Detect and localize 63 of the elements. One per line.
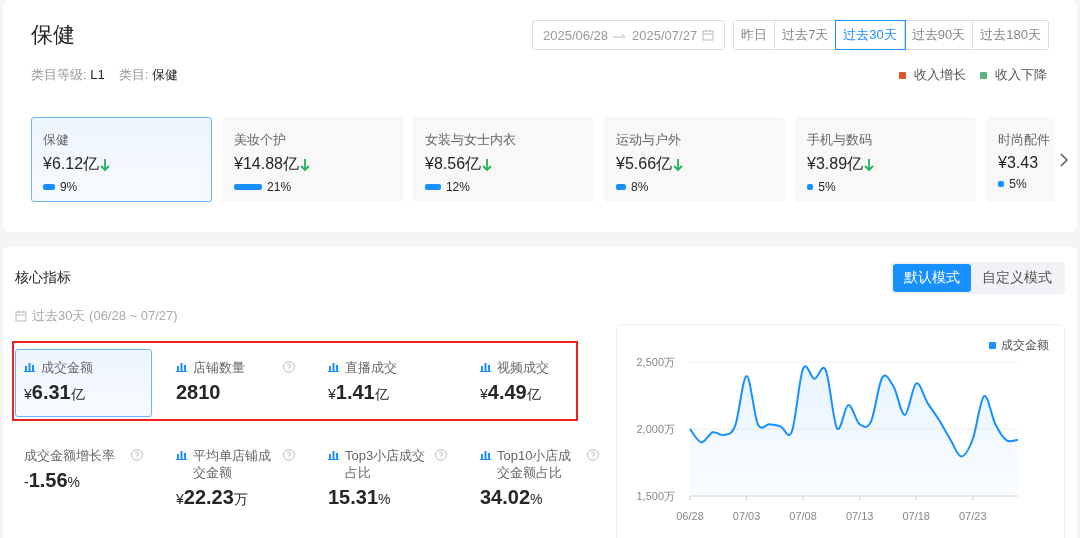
metric-tile[interactable]: 成交金额增长率 -1.56% [15, 437, 152, 505]
category-card[interactable]: 运动与户外 ¥5.66亿 8% [604, 117, 785, 202]
period-hint: 过去30天 (06/28 ~ 07/27) [32, 307, 178, 325]
period-tab[interactable]: 昨日 [734, 21, 776, 49]
category-text: 类目: 保健 [118, 66, 178, 84]
category-name: 女装与女士内衣 [425, 131, 517, 149]
share-percent: 8% [630, 180, 649, 194]
section-title: 核心指标 [15, 269, 71, 287]
category-card[interactable]: 时尚配件 ¥3.43 5% [986, 117, 1055, 202]
metric-label: Top3小店成交占比 [345, 447, 427, 481]
calendar-icon [702, 29, 715, 41]
axis-label: 2,000万 [636, 423, 675, 435]
metric-value: ¥4.49亿 [480, 381, 542, 404]
metric-label: Top10小店成交金额占比 [497, 447, 573, 481]
category-amount: ¥3.43 [998, 154, 1039, 172]
category-card[interactable]: 女装与女士内衣 ¥8.56亿 12% [413, 117, 594, 202]
category-amount: ¥3.89亿 [807, 154, 864, 174]
axis-label: 07/13 [845, 510, 874, 522]
category-amount: ¥5.66亿 [616, 154, 673, 174]
legend-label: 收入下降 [995, 66, 1047, 84]
category-name: 时尚配件 [998, 131, 1051, 149]
metric-label: 视频成交 [497, 359, 550, 376]
metric-label: 店铺数量 [193, 359, 246, 376]
metric-tile[interactable]: 店铺数量 2810 [167, 349, 304, 417]
metric-value: ¥6.31亿 [24, 381, 86, 404]
metric-label: 成交金额增长率 [24, 447, 115, 464]
share-percent: 5% [1009, 177, 1027, 191]
axis-label: 07/18 [902, 510, 930, 522]
share-percent: 5% [818, 180, 836, 194]
legend-label: 成交金额 [1001, 338, 1049, 352]
metric-value: ¥1.41亿 [328, 381, 390, 404]
share-percent: 9% [59, 180, 78, 194]
share-percent: 12% [445, 180, 470, 194]
category-name: 运动与户外 [616, 131, 682, 149]
mode-tab[interactable]: 自定义模式 [971, 264, 1063, 292]
category-level-text: 类目等级: L1 [31, 66, 105, 84]
page-title: 保健 [31, 21, 75, 49]
category-card[interactable]: 保健 ¥6.12亿 9% [31, 117, 212, 202]
category-name: 保健 [43, 131, 70, 149]
category-name: 美妆个护 [234, 131, 287, 149]
metric-value: -1.56% [24, 469, 82, 492]
axis-label: 07/03 [732, 510, 761, 522]
axis-label: 2,500万 [636, 356, 675, 368]
metric-label: 平均单店铺成交金额 [193, 447, 272, 481]
axis-label: 1,500万 [636, 490, 675, 502]
axis-label: 07/08 [789, 510, 817, 522]
metric-value: 2810 [176, 381, 222, 404]
category-card[interactable]: 手机与数码 ¥3.89亿 5% [795, 117, 976, 202]
category-amount: ¥8.56亿 [425, 154, 482, 174]
legend-label: 收入增长 [914, 66, 966, 84]
category-card[interactable]: 美妆个护 ¥14.88亿 21% [222, 117, 403, 202]
category-amount: ¥6.12亿 [43, 154, 100, 174]
metric-label: 成交金额 [41, 359, 93, 376]
category-name: 手机与数码 [807, 131, 873, 149]
axis-label: 06/28 [676, 510, 704, 522]
calendar-icon [15, 310, 27, 322]
category-amount: ¥14.88亿 [234, 154, 299, 174]
metric-tile[interactable]: 成交金额 ¥6.31亿 [15, 349, 152, 417]
metric-label: 直播成交 [345, 359, 398, 376]
metric-tile[interactable]: 直播成交 ¥1.41亿 [319, 349, 456, 417]
metric-tile[interactable]: 视频成交 ¥4.49亿 [471, 349, 608, 417]
share-percent: 21% [267, 180, 292, 194]
axis-label: 07/23 [959, 510, 987, 522]
